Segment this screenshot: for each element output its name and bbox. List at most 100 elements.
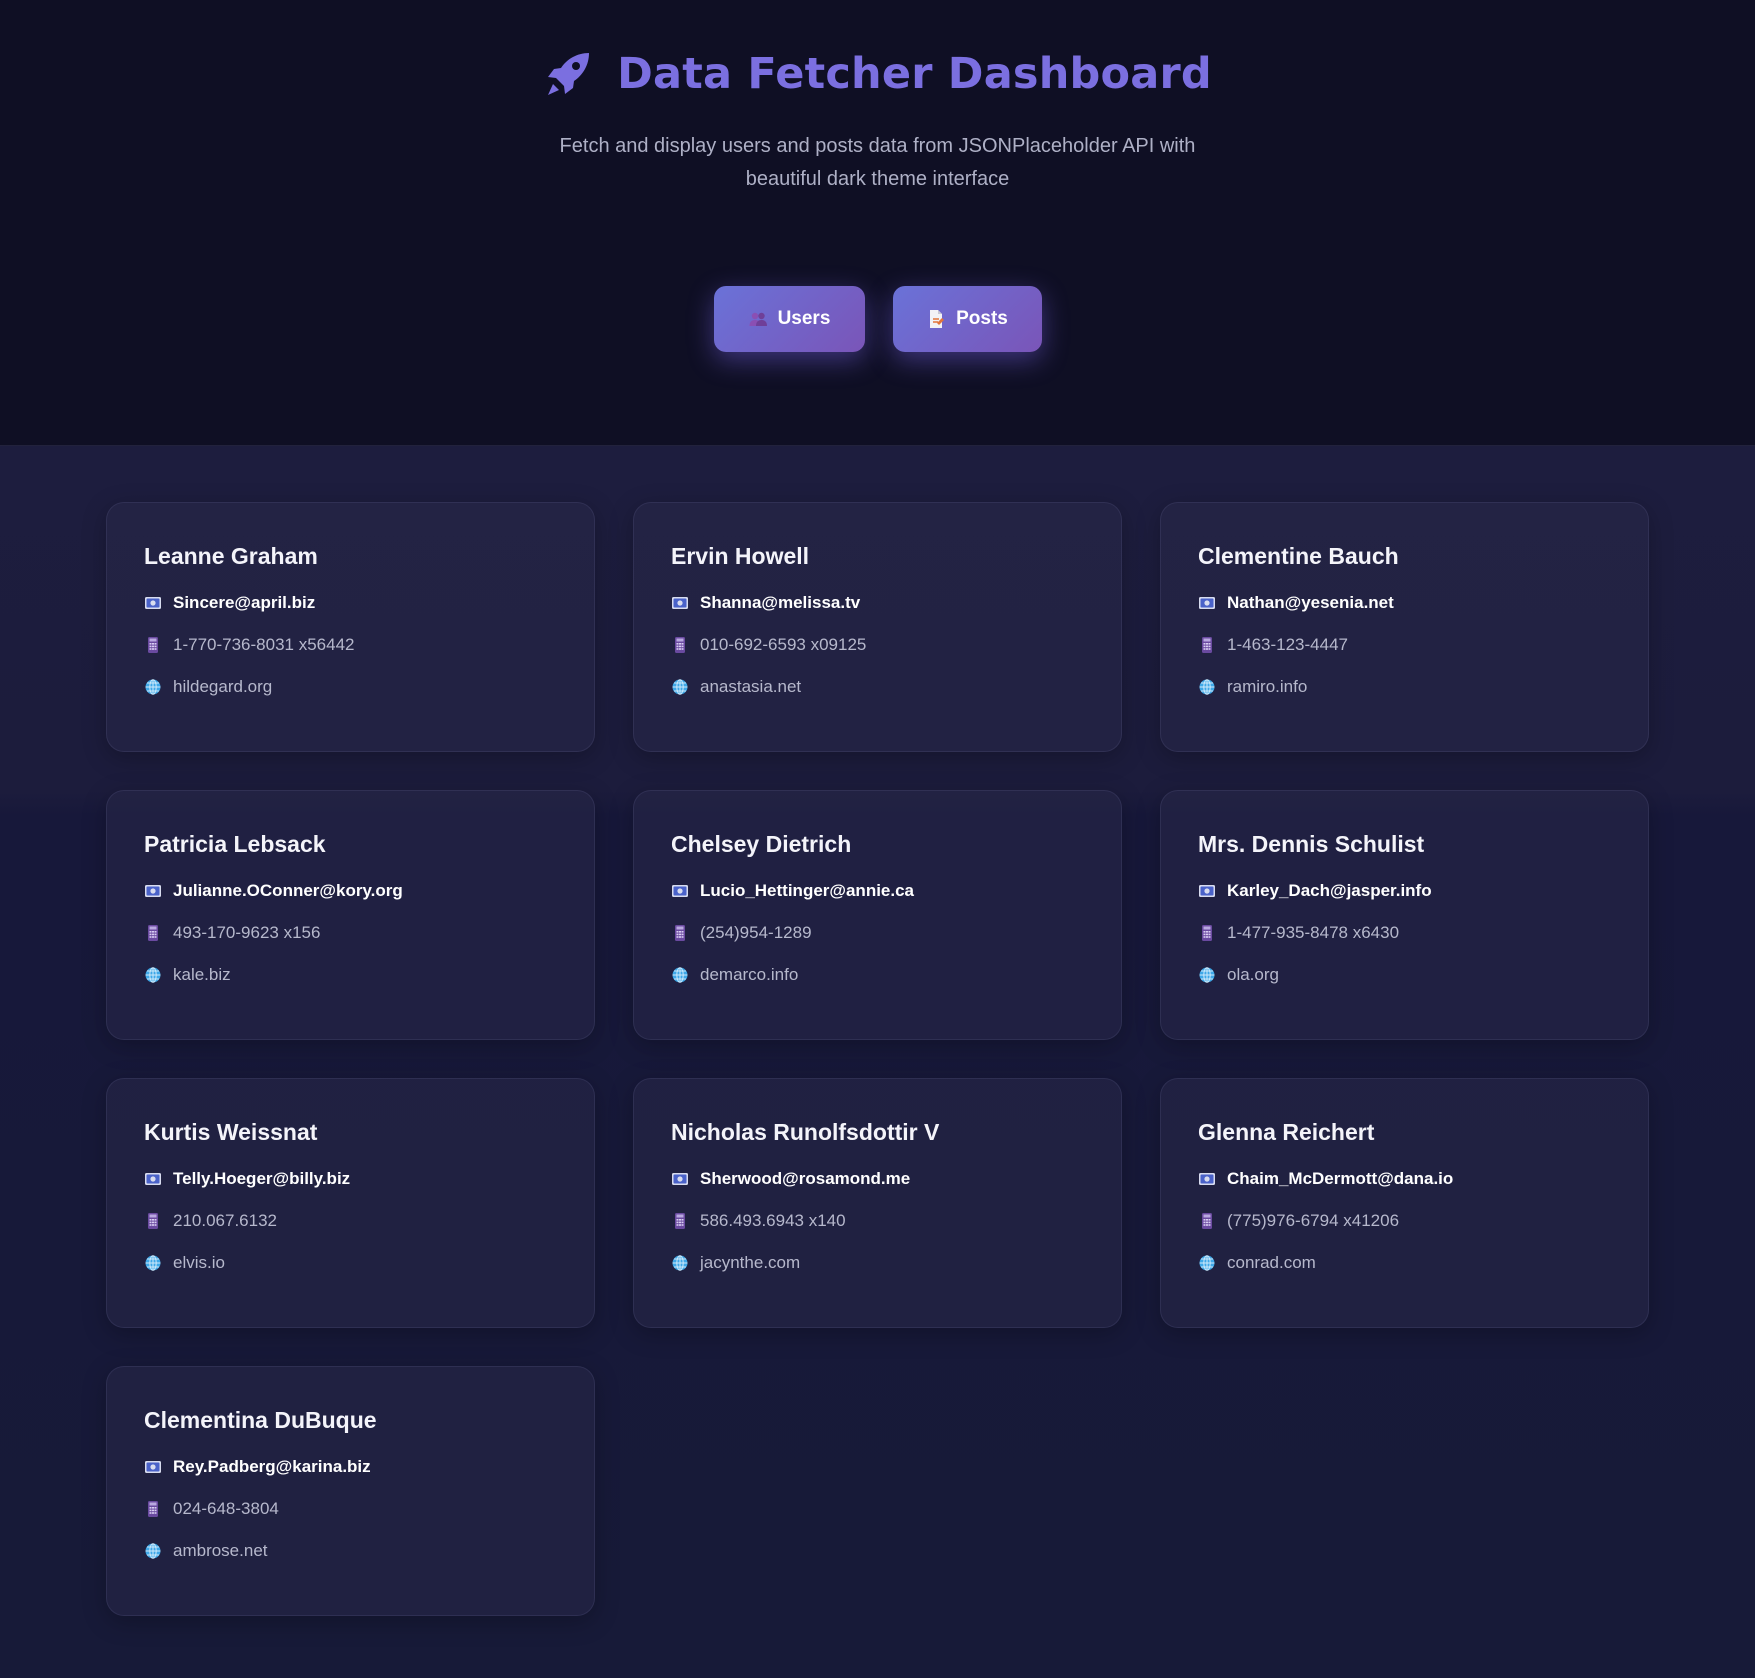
user-phone-row: 010-692-6593 x09125 <box>671 634 1084 656</box>
user-email-row: Shanna@melissa.tv <box>671 592 1084 614</box>
user-phone: 024-648-3804 <box>173 1499 279 1518</box>
user-card: Glenna Reichert Chaim_McDermott@dana.io … <box>1160 1078 1649 1328</box>
user-website-row: anastasia.net <box>671 676 1084 698</box>
user-email[interactable]: Chaim_McDermott@dana.io <box>1227 1169 1453 1189</box>
title-row: Data Fetcher Dashboard <box>0 48 1755 100</box>
user-name: Ervin Howell <box>671 543 810 569</box>
globe-icon <box>145 1255 161 1271</box>
phone-icon <box>1202 1213 1212 1229</box>
user-email-row: Nathan@yesenia.net <box>1198 592 1611 614</box>
users-button[interactable]: Users <box>713 286 865 352</box>
user-phone-row: (254)954-1289 <box>671 922 1084 944</box>
user-email-row: Telly.Hoeger@billy.biz <box>144 1168 557 1190</box>
user-name: Leanne Graham <box>144 543 318 569</box>
user-email[interactable]: Karley_Dach@jasper.info <box>1227 881 1432 901</box>
users-button-label: Users <box>777 308 831 329</box>
user-phone-row: 210.067.6132 <box>144 1210 557 1232</box>
user-website[interactable]: ambrose.net <box>173 1541 268 1561</box>
user-card: Patricia Lebsack Julianne.OConner@kory.o… <box>106 790 595 1040</box>
user-email-row: Lucio_Hettinger@annie.ca <box>671 880 1084 902</box>
user-website[interactable]: conrad.com <box>1227 1253 1316 1273</box>
user-email[interactable]: Sincere@april.biz <box>173 593 315 613</box>
user-grid: Leanne Graham Sincere@april.biz 1-770-73… <box>106 502 1649 1616</box>
page-subtitle: Fetch and display users and posts data f… <box>559 135 1196 190</box>
globe-icon <box>145 679 161 695</box>
user-website-row: ola.org <box>1198 964 1611 986</box>
user-phone: (775)976-6794 x41206 <box>1227 1211 1400 1230</box>
globe-icon <box>1199 1255 1215 1271</box>
people-icon <box>749 312 767 326</box>
user-name: Patricia Lebsack <box>144 831 326 857</box>
globe-icon <box>1199 967 1215 983</box>
posts-button-label: Posts <box>956 308 1008 329</box>
phone-icon <box>675 637 685 653</box>
user-email-row: Sincere@april.biz <box>144 592 557 614</box>
email-icon <box>1199 885 1215 897</box>
user-phone-row: 024-648-3804 <box>144 1498 557 1520</box>
user-website[interactable]: hildegard.org <box>173 677 272 697</box>
user-card: Clementina DuBuque Rey.Padberg@karina.bi… <box>106 1366 595 1616</box>
user-email[interactable]: Shanna@melissa.tv <box>700 593 860 613</box>
user-phone-row: 1-463-123-4447 <box>1198 634 1611 656</box>
email-icon <box>672 597 688 609</box>
user-name: Clementina DuBuque <box>144 1407 377 1433</box>
user-phone: 010-692-6593 x09125 <box>700 635 867 654</box>
globe-icon <box>672 679 688 695</box>
user-email-row: Karley_Dach@jasper.info <box>1198 880 1611 902</box>
user-email[interactable]: Rey.Padberg@karina.biz <box>173 1457 371 1477</box>
user-website-row: elvis.io <box>144 1252 557 1274</box>
email-icon <box>145 597 161 609</box>
phone-icon <box>148 925 158 941</box>
user-phone-row: 1-477-935-8478 x6430 <box>1198 922 1611 944</box>
nav-buttons: Users Posts <box>0 286 1755 352</box>
user-name: Chelsey Dietrich <box>671 831 852 857</box>
user-email-row: Chaim_McDermott@dana.io <box>1198 1168 1611 1190</box>
user-card: Mrs. Dennis Schulist Karley_Dach@jasper.… <box>1160 790 1649 1040</box>
rocket-icon <box>548 53 590 95</box>
user-email-row: Julianne.OConner@kory.org <box>144 880 557 902</box>
header: Data Fetcher Dashboard Fetch and display… <box>0 0 1755 446</box>
user-phone: 210.067.6132 <box>173 1211 277 1230</box>
user-name: Clementine Bauch <box>1198 543 1399 569</box>
user-website[interactable]: anastasia.net <box>700 677 801 697</box>
phone-icon <box>1202 637 1212 653</box>
user-website[interactable]: ramiro.info <box>1227 677 1307 697</box>
posts-button[interactable]: Posts <box>892 286 1042 352</box>
email-icon <box>145 1173 161 1185</box>
user-card: Leanne Graham Sincere@april.biz 1-770-73… <box>106 502 595 752</box>
globe-icon <box>672 1255 688 1271</box>
phone-icon <box>675 1213 685 1229</box>
user-email[interactable]: Nathan@yesenia.net <box>1227 593 1394 613</box>
user-website-row: ramiro.info <box>1198 676 1611 698</box>
user-website[interactable]: kale.biz <box>173 965 231 985</box>
phone-icon <box>148 637 158 653</box>
globe-icon <box>1199 679 1215 695</box>
user-phone: 1-770-736-8031 x56442 <box>173 635 355 654</box>
email-icon <box>1199 597 1215 609</box>
user-phone-row: 493-170-9623 x156 <box>144 922 557 944</box>
email-icon <box>145 1461 161 1473</box>
user-email-row: Sherwood@rosamond.me <box>671 1168 1084 1190</box>
user-name: Mrs. Dennis Schulist <box>1198 831 1425 857</box>
user-phone: 1-463-123-4447 <box>1227 635 1348 654</box>
user-email-row: Rey.Padberg@karina.biz <box>144 1456 557 1478</box>
user-card: Nicholas Runolfsdottir V Sherwood@rosamo… <box>633 1078 1122 1328</box>
page-title: Data Fetcher Dashboard <box>617 49 1212 99</box>
user-website[interactable]: elvis.io <box>173 1253 225 1273</box>
user-website[interactable]: jacynthe.com <box>700 1253 800 1273</box>
user-phone-row: (775)976-6794 x41206 <box>1198 1210 1611 1232</box>
user-email[interactable]: Telly.Hoeger@billy.biz <box>173 1169 350 1189</box>
user-name: Nicholas Runolfsdottir V <box>671 1119 940 1145</box>
phone-icon <box>148 1501 158 1517</box>
globe-icon <box>145 967 161 983</box>
user-website-row: jacynthe.com <box>671 1252 1084 1274</box>
user-website[interactable]: ola.org <box>1227 965 1279 985</box>
user-website[interactable]: demarco.info <box>700 965 798 985</box>
user-email[interactable]: Julianne.OConner@kory.org <box>173 881 403 901</box>
user-email[interactable]: Lucio_Hettinger@annie.ca <box>700 881 914 901</box>
user-email[interactable]: Sherwood@rosamond.me <box>700 1169 910 1189</box>
user-website-row: conrad.com <box>1198 1252 1611 1274</box>
user-website-row: ambrose.net <box>144 1540 557 1562</box>
content-area: Leanne Graham Sincere@april.biz 1-770-73… <box>0 446 1755 1678</box>
user-card: Chelsey Dietrich Lucio_Hettinger@annie.c… <box>633 790 1122 1040</box>
